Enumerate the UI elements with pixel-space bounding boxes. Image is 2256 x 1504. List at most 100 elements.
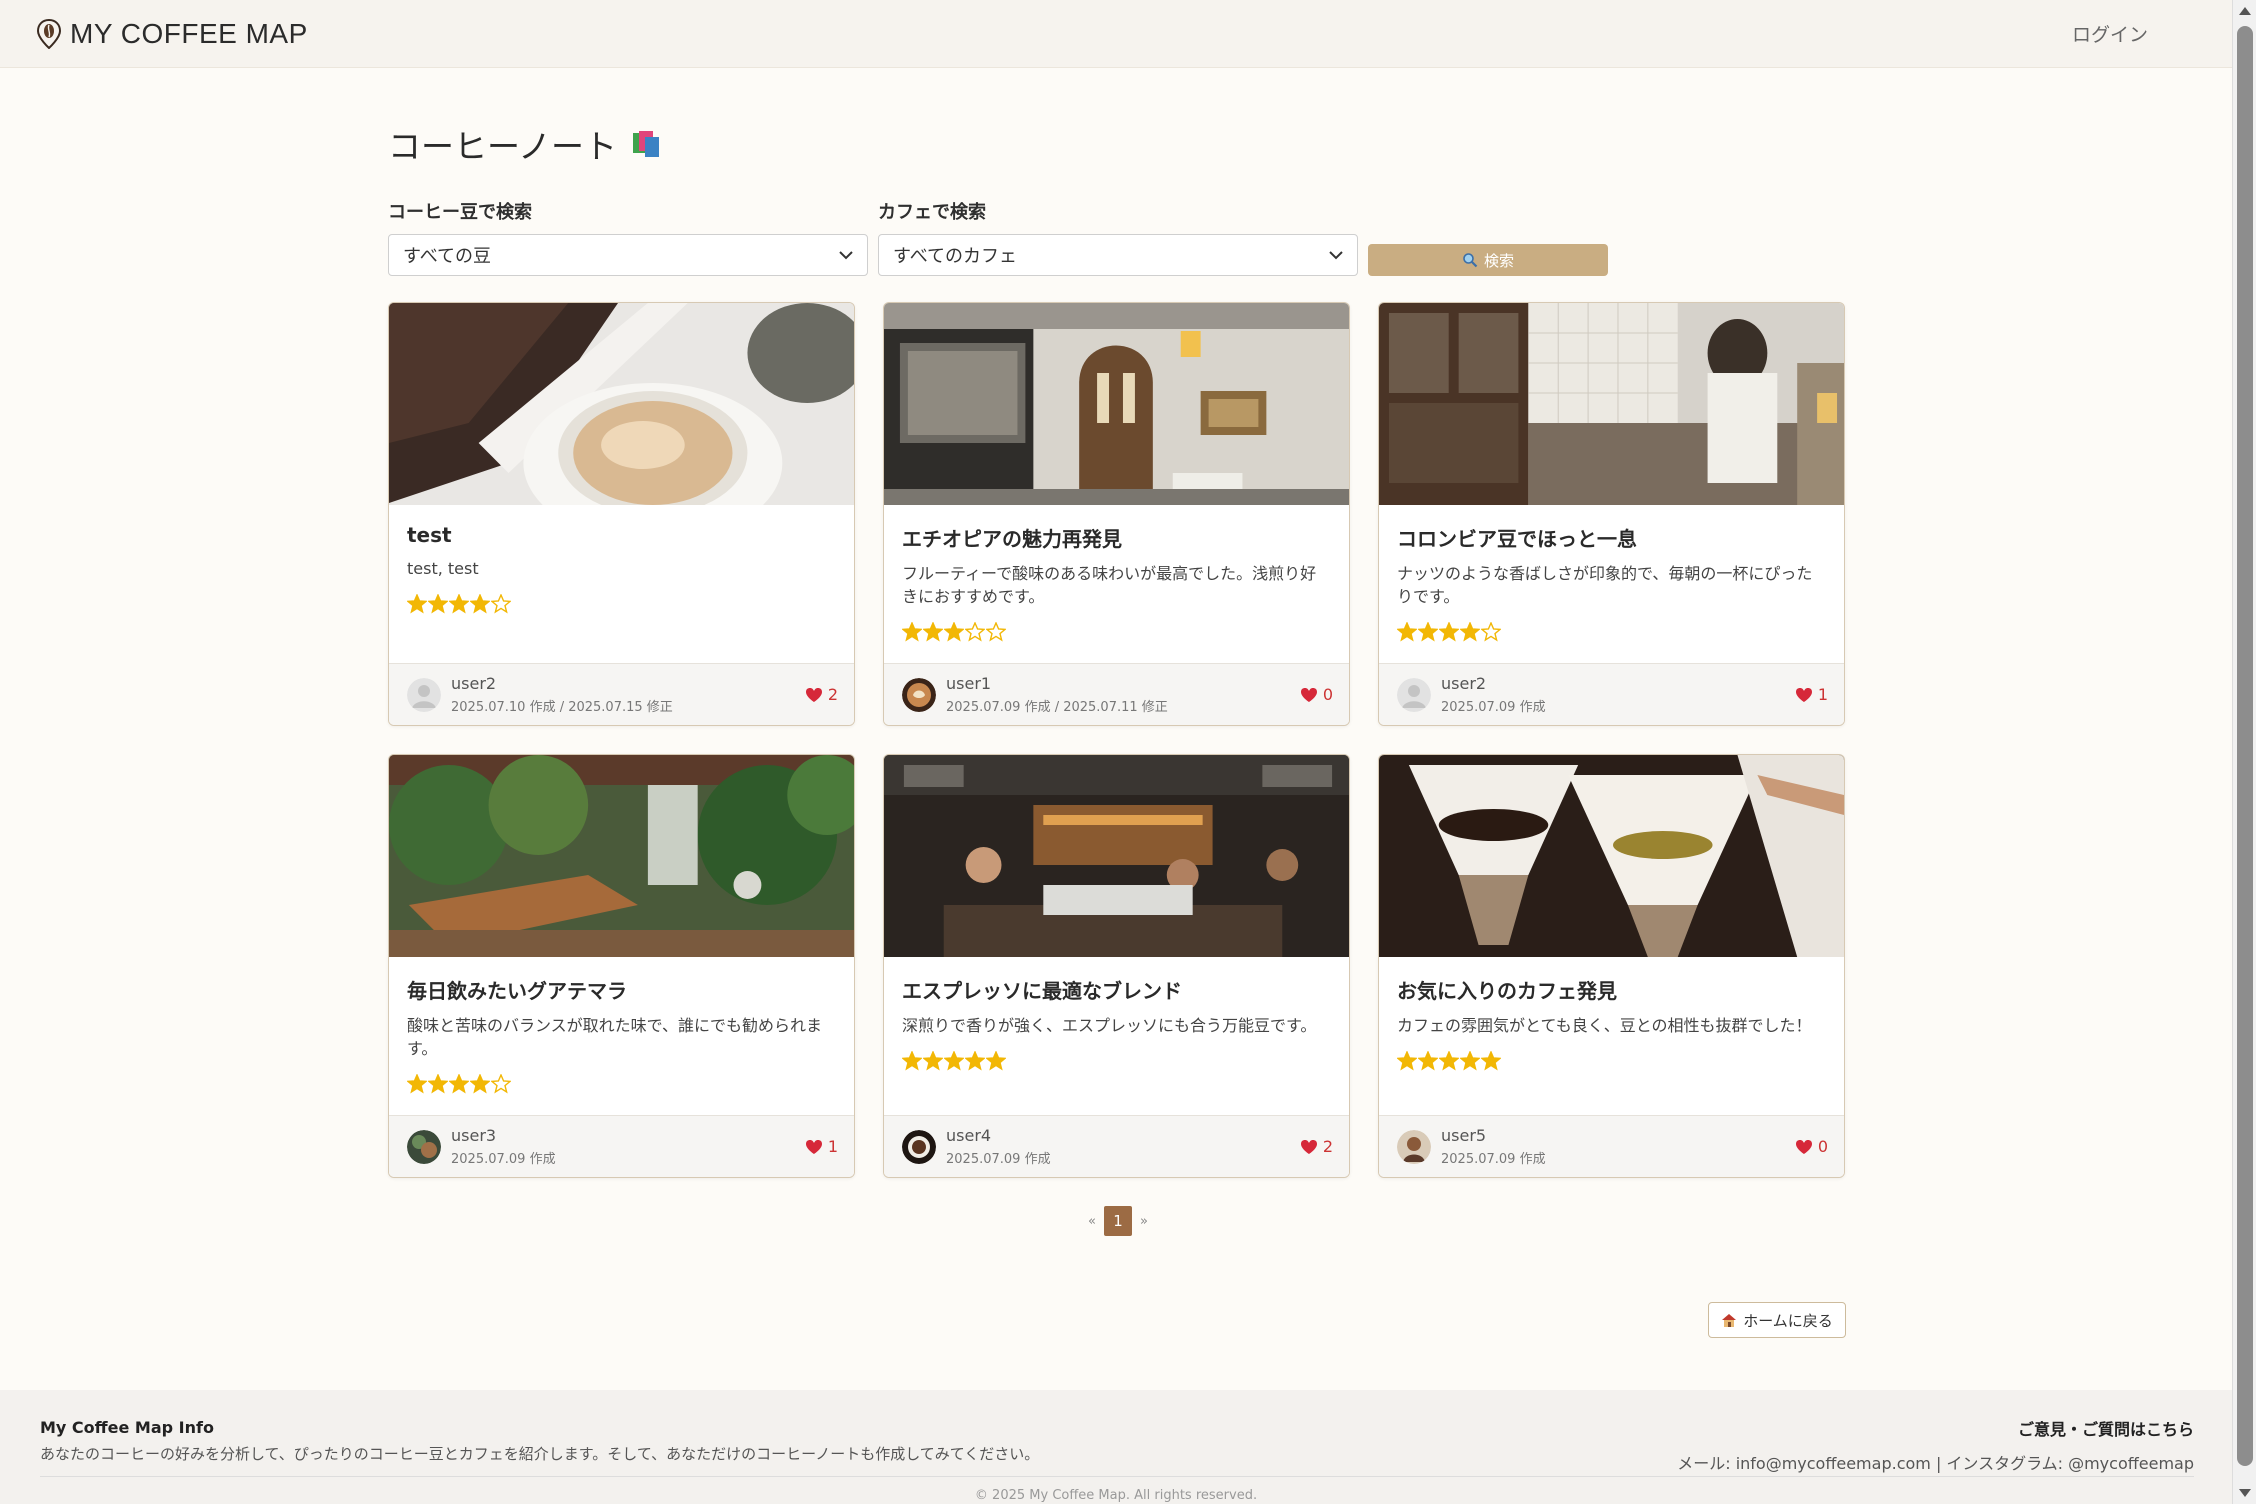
card-body: エチオピアの魅力再発見 フルーティーで酸味のある味わいが最高でした。浅煎り好きに… [884, 505, 1349, 663]
notes-grid: test test, test user2 2025.07.10 作成 / 20… [388, 302, 1848, 1178]
search-button[interactable]: 検索 [1368, 244, 1608, 276]
scroll-up-icon[interactable] [2239, 7, 2251, 15]
scrollbar-thumb[interactable] [2237, 26, 2253, 1466]
star-rating [902, 622, 1331, 642]
main-content: コーヒーノート コーヒー豆で検索 すべての豆 カフェで検索 すべてのカフェ 検索… [388, 120, 1848, 1236]
like-button[interactable]: 0 [1795, 1137, 1828, 1156]
bean-select-value: すべての豆 [403, 246, 492, 267]
current-page[interactable]: 1 [1104, 1206, 1132, 1236]
avatar [1397, 677, 1431, 712]
top-navbar: MY COFFEE MAP ログイン [0, 0, 2232, 68]
star-filled-icon [449, 594, 469, 614]
card-title: エスプレッソに最適なブレンド [902, 979, 1182, 1003]
footer-title: My Coffee Map Info [40, 1418, 214, 1437]
prev-page-link[interactable]: « [1088, 1214, 1096, 1229]
back-home-label: ホームに戻る [1743, 1311, 1833, 1330]
star-filled-icon [1397, 622, 1417, 642]
star-filled-icon [923, 1051, 943, 1071]
page-title-text: コーヒーノート [388, 127, 618, 166]
star-empty-icon [986, 622, 1006, 642]
like-count: 0 [1322, 685, 1333, 704]
card-title: コロンビア豆でほっと一息 [1397, 527, 1637, 551]
cafe-select[interactable]: すべてのカフェ [878, 234, 1358, 276]
page-title: コーヒーノート [388, 120, 1848, 168]
note-date: 2025.07.09 作成 / 2025.07.11 修正 [946, 700, 1168, 715]
footer-description: あなたのコーヒーの好みを分析して、ぴったりのコーヒー豆とカフェを紹介します。そし… [40, 1445, 1040, 1463]
star-filled-icon [1439, 622, 1459, 642]
note-card[interactable]: お気に入りのカフェ発見 カフェの雰囲気がとても良く、豆との相性も抜群でした！ u… [1378, 754, 1845, 1178]
contact-details[interactable]: メール: info@mycoffeemap.com | インスタグラム: @my… [1677, 1450, 2194, 1474]
star-rating [1397, 622, 1826, 642]
note-photo [884, 755, 1349, 957]
cafe-filter-label: カフェで検索 [878, 202, 986, 223]
note-card[interactable]: エチオピアの魅力再発見 フルーティーで酸味のある味わいが最高でした。浅煎り好きに… [883, 302, 1350, 726]
star-filled-icon [407, 1074, 427, 1094]
like-count: 2 [1322, 1137, 1333, 1156]
scroll-down-icon[interactable] [2239, 1489, 2251, 1497]
user-info: user4 2025.07.09 作成 [946, 1126, 1051, 1167]
card-description: test, test [407, 559, 479, 578]
note-date: 2025.07.10 作成 / 2025.07.15 修正 [451, 700, 673, 715]
like-button[interactable]: 1 [1795, 685, 1828, 704]
bean-filter: コーヒー豆で検索 すべての豆 [388, 198, 868, 276]
search-button-label: 検索 [1483, 251, 1514, 270]
star-filled-icon [449, 1074, 469, 1094]
card-description: ナッツのような香ばしさが印象的で、毎朝の一杯にぴったりです。 [1397, 564, 1813, 606]
star-filled-icon [944, 1051, 964, 1071]
user-info: user3 2025.07.09 作成 [451, 1126, 556, 1167]
bean-select[interactable]: すべての豆 [388, 234, 868, 276]
star-rating [902, 1051, 1331, 1071]
user-info: user5 2025.07.09 作成 [1441, 1126, 1546, 1167]
login-link[interactable]: ログイン [2072, 20, 2148, 47]
cafe-filter: カフェで検索 すべてのカフェ [878, 198, 1358, 276]
card-title: test [407, 523, 452, 547]
star-empty-icon [491, 1074, 511, 1094]
star-filled-icon [470, 1074, 490, 1094]
star-filled-icon [986, 1051, 1006, 1071]
star-filled-icon [902, 1051, 922, 1071]
like-button[interactable]: 1 [805, 1137, 838, 1156]
footer-divider [40, 1476, 2194, 1477]
heart-icon [1795, 687, 1812, 702]
footer-info: My Coffee Map Info あなたのコーヒーの好みを分析して、ぴったり… [40, 1418, 1039, 1464]
star-rating [407, 1074, 836, 1094]
star-empty-icon [1481, 622, 1501, 642]
star-rating [407, 594, 836, 614]
note-photo [1379, 303, 1844, 505]
star-rating [1397, 1051, 1826, 1071]
user-info: user2 2025.07.09 作成 [1441, 674, 1546, 715]
heart-icon [1300, 687, 1317, 702]
brand-logo[interactable]: MY COFFEE MAP [36, 18, 308, 50]
star-empty-icon [965, 622, 985, 642]
star-filled-icon [1481, 1051, 1501, 1071]
like-button[interactable]: 2 [1300, 1137, 1333, 1156]
note-card[interactable]: 毎日飲みたいグアテマラ 酸味と苦味のバランスが取れた味で、誰にでも勧められます。… [388, 754, 855, 1178]
note-card[interactable]: コロンビア豆でほっと一息 ナッツのような香ばしさが印象的で、毎朝の一杯にぴったり… [1378, 302, 1845, 726]
star-filled-icon [1439, 1051, 1459, 1071]
card-footer: user2 2025.07.09 作成 1 [1379, 663, 1844, 725]
search-icon [1463, 253, 1478, 268]
page-scrollbar[interactable] [2232, 0, 2256, 1504]
card-description: 深煎りで香りが強く、エスプレッソにも合う万能豆です。 [902, 1016, 1317, 1035]
card-body: お気に入りのカフェ発見 カフェの雰囲気がとても良く、豆との相性も抜群でした！ [1379, 957, 1844, 1115]
card-body: エスプレッソに最適なブレンド 深煎りで香りが強く、エスプレッソにも合う万能豆です… [884, 957, 1349, 1115]
like-count: 2 [827, 685, 838, 704]
back-home-button[interactable]: ホームに戻る [1708, 1302, 1846, 1338]
map-pin-icon [36, 18, 62, 49]
note-card[interactable]: エスプレッソに最適なブレンド 深煎りで香りが強く、エスプレッソにも合う万能豆です… [883, 754, 1350, 1178]
note-card[interactable]: test test, test user2 2025.07.10 作成 / 20… [388, 302, 855, 726]
card-body: 毎日飲みたいグアテマラ 酸味と苦味のバランスが取れた味で、誰にでも勧められます。 [389, 957, 854, 1115]
star-filled-icon [923, 622, 943, 642]
star-filled-icon [428, 594, 448, 614]
heart-icon [1795, 1139, 1812, 1154]
like-count: 1 [1817, 685, 1828, 704]
like-button[interactable]: 2 [805, 685, 838, 704]
cafe-select-value: すべてのカフェ [893, 246, 1018, 267]
note-photo [389, 755, 854, 957]
site-footer: My Coffee Map Info あなたのコーヒーの好みを分析して、ぴったり… [0, 1390, 2232, 1504]
like-button[interactable]: 0 [1300, 685, 1333, 704]
card-footer: user5 2025.07.09 作成 0 [1379, 1115, 1844, 1177]
next-page-link[interactable]: » [1140, 1214, 1148, 1229]
user-name: user2 [1441, 674, 1487, 693]
note-date: 2025.07.09 作成 [451, 1152, 556, 1167]
